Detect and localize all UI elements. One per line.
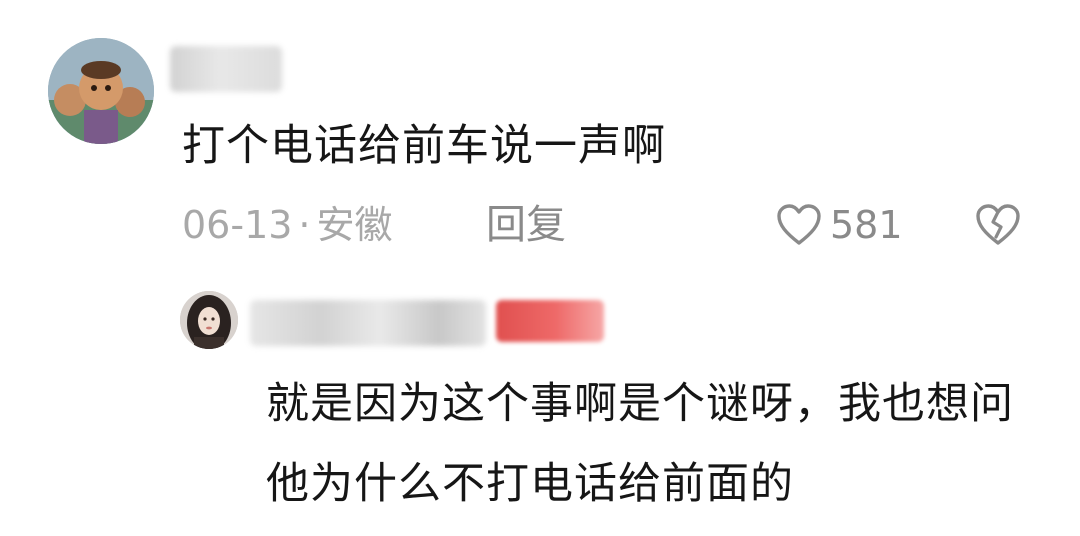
heart-outline-icon[interactable] [776, 203, 822, 247]
reply-text: 就是因为这个事啊是个谜呀，我也想问他为什么不打电话给前面的 [266, 379, 1014, 509]
username-blurred [170, 46, 282, 92]
reply-username-blurred [250, 300, 486, 346]
broken-heart-icon[interactable] [975, 203, 1021, 247]
author-badge-blurred [496, 300, 604, 342]
like-count: 581 [830, 203, 903, 247]
comment-date: 06-13 [182, 203, 293, 247]
reply-avatar-image [180, 291, 238, 349]
reply-avatar[interactable] [180, 291, 238, 349]
reply-button[interactable]: 回复 [486, 198, 566, 252]
comment-location: 安徽 [316, 203, 393, 247]
comment-meta: 06-13 · 安徽 [182, 198, 393, 252]
avatar[interactable] [48, 38, 154, 144]
avatar-image [48, 38, 154, 144]
meta-separator: · [298, 203, 311, 247]
comment-text: 打个电话给前车说一声啊 [182, 121, 666, 171]
